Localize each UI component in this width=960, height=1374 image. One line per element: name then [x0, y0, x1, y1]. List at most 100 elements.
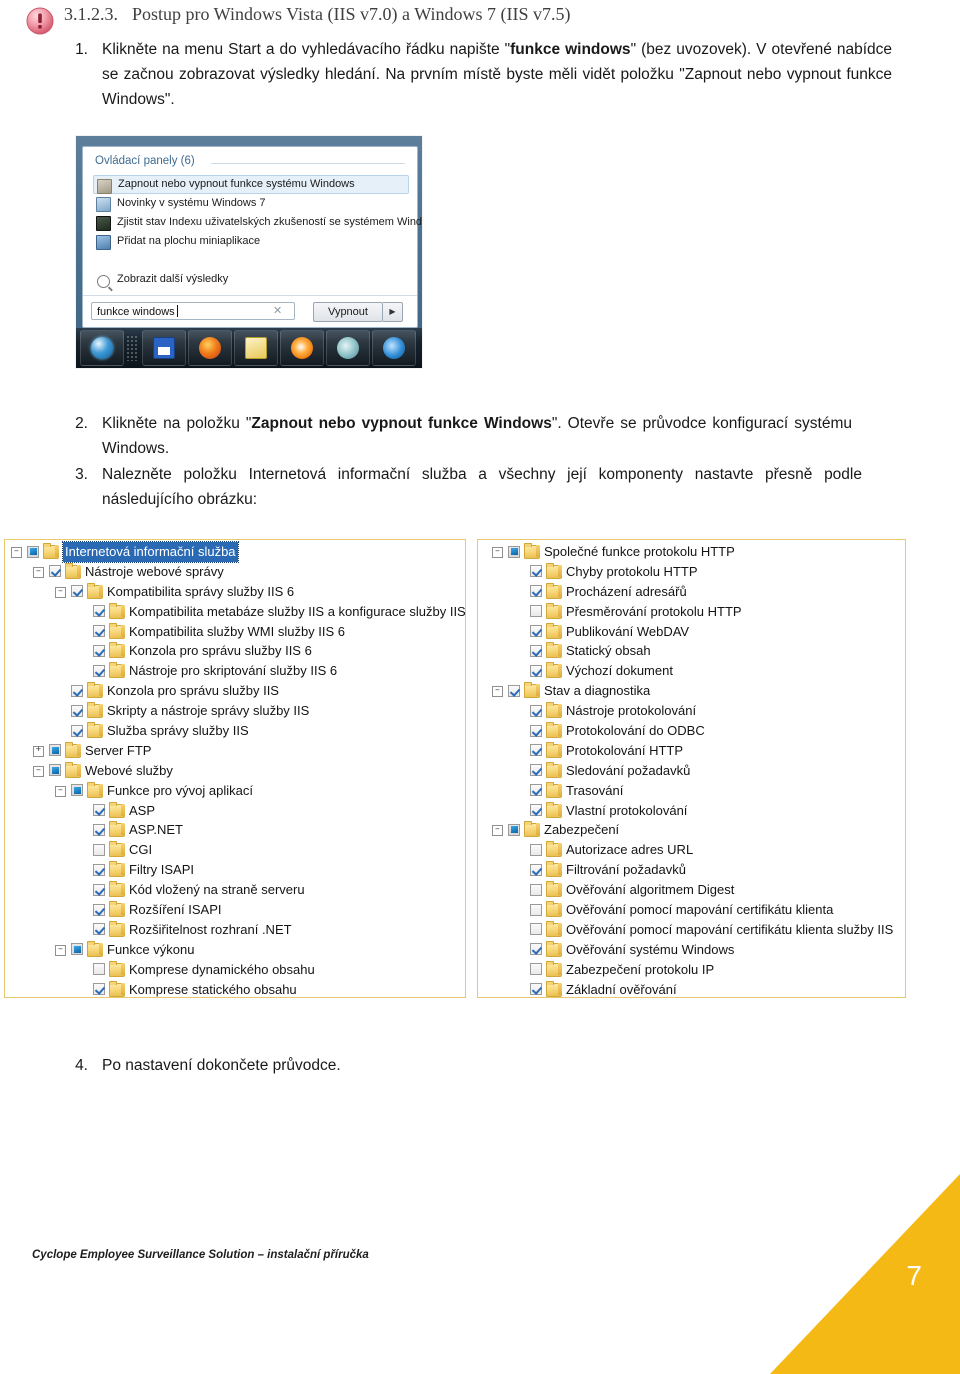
- search-result-item[interactable]: Zapnout nebo vypnout funkce systému Wind…: [93, 175, 409, 194]
- tree-item[interactable]: Rozšiřitelnost rozhraní .NET: [5, 920, 465, 940]
- feature-checkbox[interactable]: [530, 963, 542, 976]
- tree-item[interactable]: Ověřování pomocí mapování certifikátu kl…: [478, 900, 905, 920]
- feature-checkbox[interactable]: [530, 664, 542, 677]
- tree-item[interactable]: Ověřování algoritmem Digest: [478, 880, 905, 900]
- tree-item[interactable]: ASP.NET: [5, 820, 465, 840]
- tree-item[interactable]: Služba správy služby IIS: [5, 721, 465, 741]
- tree-item[interactable]: – Internetová informační služba: [5, 541, 465, 563]
- tree-item[interactable]: Konzola pro správu služby IIS 6: [5, 641, 465, 661]
- feature-checkbox[interactable]: [71, 784, 83, 797]
- feature-checkbox[interactable]: [49, 565, 61, 578]
- search-result-item[interactable]: Zjistit stav Indexu uživatelských zkušen…: [93, 213, 422, 232]
- feature-checkbox[interactable]: [530, 644, 542, 657]
- feature-checkbox[interactable]: [71, 724, 83, 737]
- tree-item[interactable]: Kód vložený na straně serveru: [5, 880, 465, 900]
- tree-item[interactable]: Rozšíření ISAPI: [5, 900, 465, 920]
- tree-item[interactable]: Autorizace adres URL: [478, 840, 905, 860]
- collapse-minus-icon[interactable]: –: [33, 566, 44, 578]
- feature-checkbox[interactable]: [530, 724, 542, 737]
- search-input[interactable]: funkce windows: [91, 302, 295, 320]
- tree-item[interactable]: Komprese dynamického obsahu: [5, 960, 465, 980]
- collapse-minus-icon[interactable]: –: [492, 547, 503, 558]
- show-more-results-link[interactable]: Zobrazit další výsledky: [93, 273, 228, 288]
- tree-item[interactable]: Vlastní protokolování: [478, 801, 905, 821]
- feature-checkbox[interactable]: [530, 744, 542, 757]
- collapse-minus-icon[interactable]: –: [492, 686, 503, 698]
- feature-checkbox[interactable]: [93, 923, 105, 936]
- feature-checkbox[interactable]: [530, 565, 542, 578]
- collapse-minus-icon[interactable]: –: [55, 944, 66, 956]
- feature-checkbox[interactable]: [530, 923, 542, 936]
- blue-sphere-icon[interactable]: [372, 330, 416, 366]
- search-result-item[interactable]: Novinky v systému Windows 7: [93, 194, 409, 213]
- feature-checkbox[interactable]: [93, 804, 105, 817]
- feature-checkbox[interactable]: [93, 843, 105, 856]
- feature-checkbox[interactable]: [530, 843, 542, 856]
- tree-item[interactable]: Protokolování do ODBC: [478, 721, 905, 741]
- feature-checkbox[interactable]: [93, 883, 105, 896]
- search-result-item[interactable]: Přidat na plochu miniaplikace: [93, 232, 409, 251]
- collapse-minus-icon[interactable]: –: [33, 765, 44, 777]
- tree-item[interactable]: Statický obsah: [478, 641, 905, 661]
- feature-checkbox[interactable]: [93, 983, 105, 996]
- tree-item[interactable]: – Funkce pro vývoj aplikací: [5, 781, 465, 801]
- shutdown-button[interactable]: Vypnout: [313, 302, 383, 322]
- feature-checkbox[interactable]: [93, 605, 105, 618]
- tree-item[interactable]: – Stav a diagnostika: [478, 681, 905, 701]
- tree-item[interactable]: ASP: [5, 801, 465, 821]
- start-orb-icon[interactable]: [80, 330, 124, 366]
- feature-checkbox[interactable]: [530, 883, 542, 896]
- feature-checkbox[interactable]: [49, 764, 61, 777]
- tree-item[interactable]: Chyby protokolu HTTP: [478, 562, 905, 582]
- close-x-icon[interactable]: ✕: [273, 304, 282, 317]
- teal-spheres-icon[interactable]: [326, 330, 370, 366]
- feature-checkbox[interactable]: [93, 664, 105, 677]
- feature-checkbox[interactable]: [93, 625, 105, 638]
- tree-item[interactable]: – Funkce výkonu: [5, 940, 465, 960]
- tree-item[interactable]: Výchozí dokument: [478, 661, 905, 681]
- outlook-icon[interactable]: [234, 330, 278, 366]
- feature-checkbox[interactable]: [530, 625, 542, 638]
- tree-item[interactable]: CGI: [5, 840, 465, 860]
- taskbar-grip[interactable]: [126, 335, 138, 361]
- collapse-minus-icon[interactable]: –: [55, 586, 66, 598]
- feature-checkbox[interactable]: [530, 903, 542, 916]
- feature-checkbox[interactable]: [71, 585, 83, 598]
- feature-checkbox[interactable]: [530, 863, 542, 876]
- feature-checkbox[interactable]: [27, 545, 39, 558]
- tree-item[interactable]: Nástroje pro skriptování služby IIS 6: [5, 661, 465, 681]
- feature-checkbox[interactable]: [530, 605, 542, 618]
- collapse-minus-icon[interactable]: –: [11, 547, 22, 558]
- feature-checkbox[interactable]: [508, 545, 520, 558]
- save-floppy-icon[interactable]: [142, 330, 186, 366]
- feature-checkbox[interactable]: [508, 684, 520, 697]
- tree-item[interactable]: Sledování požadavků: [478, 761, 905, 781]
- tree-item[interactable]: Ověřování pomocí mapování certifikátu kl…: [478, 920, 905, 940]
- feature-checkbox[interactable]: [530, 804, 542, 817]
- tree-item[interactable]: – Webové služby: [5, 761, 465, 781]
- orange-swirl-icon[interactable]: [280, 330, 324, 366]
- feature-checkbox[interactable]: [508, 823, 520, 836]
- windows-features-tree-left[interactable]: – Internetová informační služba – Nástroje …: [4, 539, 466, 998]
- tree-item[interactable]: Filtrování požadavků: [478, 860, 905, 880]
- feature-checkbox[interactable]: [530, 983, 542, 996]
- tree-item[interactable]: Skripty a nástroje správy služby IIS: [5, 701, 465, 721]
- feature-checkbox[interactable]: [530, 704, 542, 717]
- tree-item[interactable]: – Nástroje webové správy: [5, 562, 465, 582]
- feature-checkbox[interactable]: [530, 585, 542, 598]
- collapse-minus-icon[interactable]: –: [55, 785, 66, 797]
- tree-item[interactable]: Zabezpečení protokolu IP: [478, 960, 905, 980]
- tree-item[interactable]: – Kompatibilita správy služby IIS 6: [5, 582, 465, 602]
- feature-checkbox[interactable]: [530, 784, 542, 797]
- firefox-icon[interactable]: [188, 330, 232, 366]
- tree-item[interactable]: Přesměrování protokolu HTTP: [478, 602, 905, 622]
- tree-item[interactable]: Procházení adresářů: [478, 582, 905, 602]
- tree-item[interactable]: Komprese statického obsahu: [5, 980, 465, 997]
- tree-item[interactable]: – Zabezpečení: [478, 820, 905, 840]
- tree-item[interactable]: Kompatibilita metabáze služby IIS a konf…: [5, 602, 465, 622]
- tree-item[interactable]: Publikování WebDAV: [478, 622, 905, 642]
- feature-checkbox[interactable]: [93, 644, 105, 657]
- feature-checkbox[interactable]: [49, 744, 61, 757]
- tree-item[interactable]: Kompatibilita služby WMI služby IIS 6: [5, 622, 465, 642]
- feature-checkbox[interactable]: [71, 684, 83, 697]
